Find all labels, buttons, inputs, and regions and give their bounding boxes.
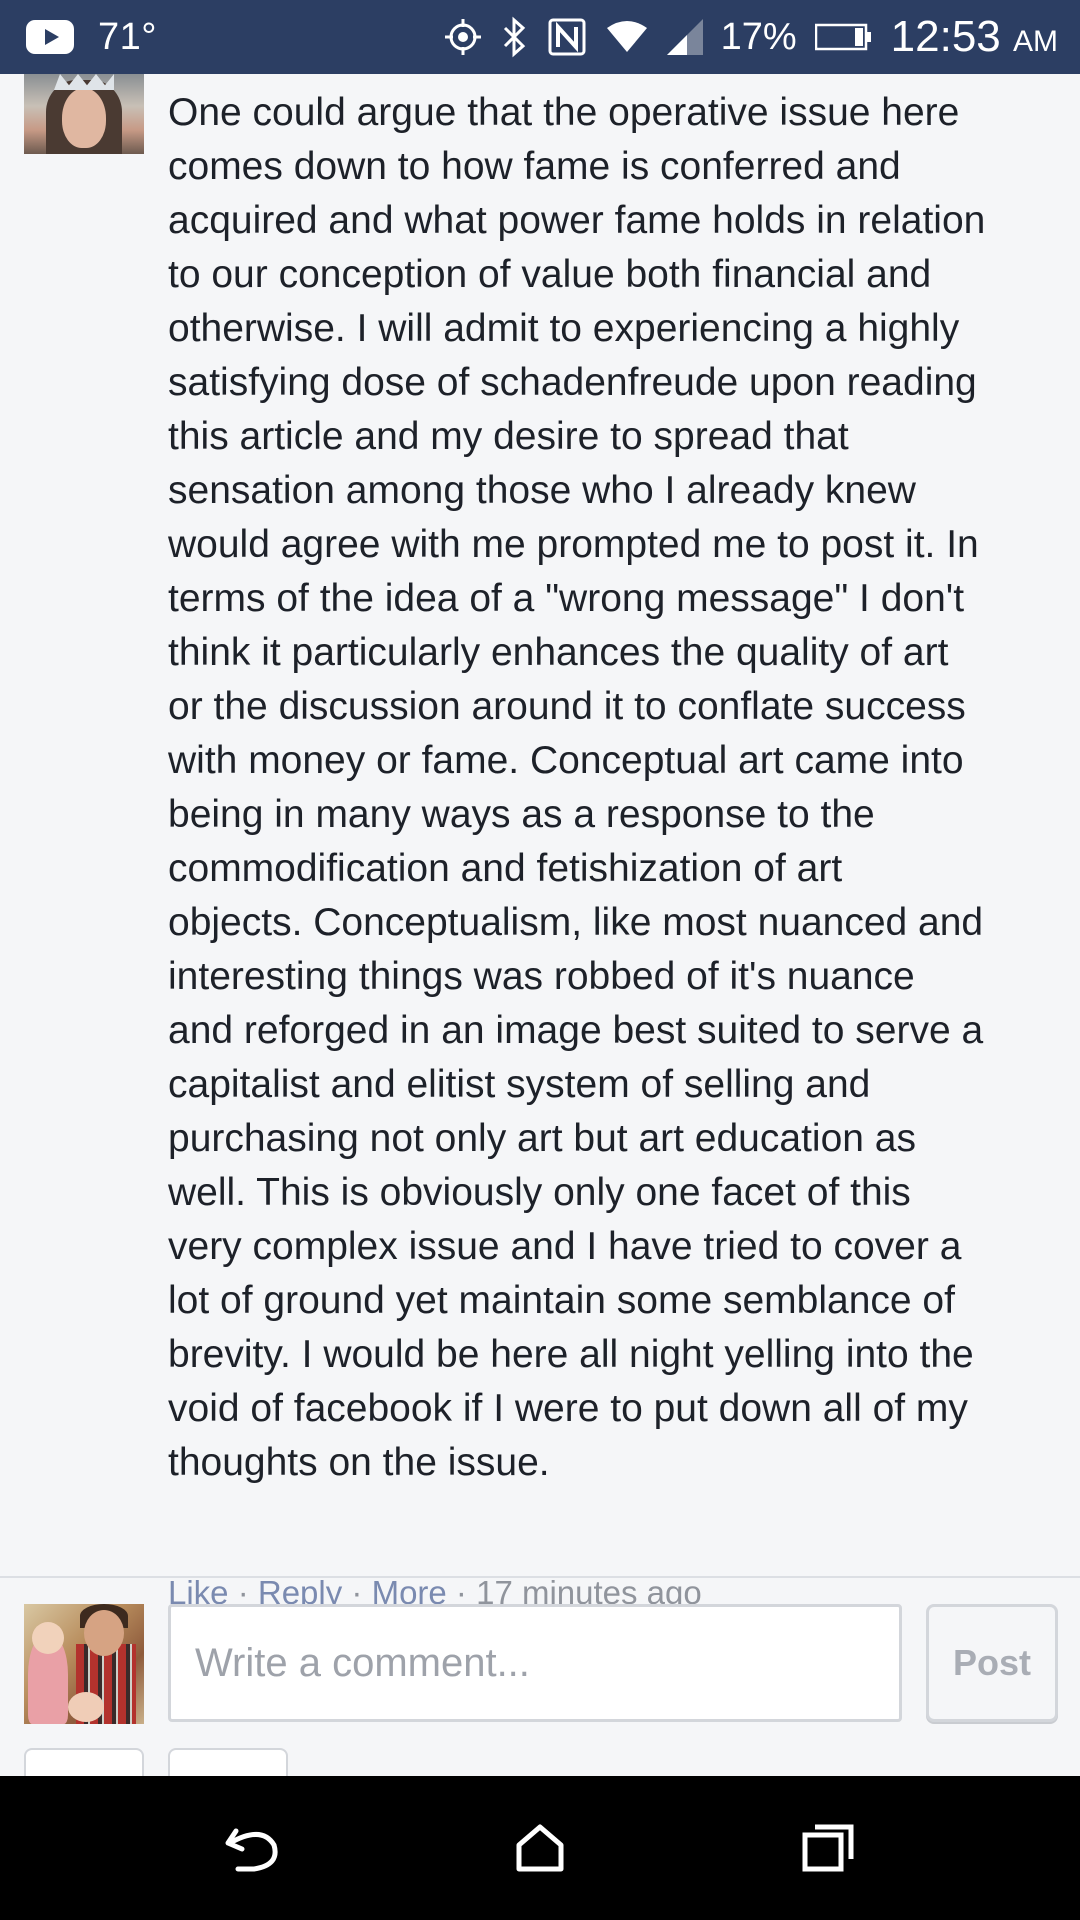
back-icon[interactable] — [172, 1776, 332, 1920]
comment-line: lot of ground yet maintain some semblanc… — [168, 1279, 955, 1322]
post-button[interactable]: Post — [926, 1604, 1058, 1722]
signal-icon — [666, 19, 703, 55]
comment-line: and reforged in an image best suited to … — [168, 1009, 984, 1052]
commenter-avatar[interactable] — [24, 74, 144, 154]
comment-body: One could argue that the operative issue… — [168, 86, 1068, 1490]
temperature: 71° — [98, 15, 157, 58]
comment-line: this article and my desire to spread tha… — [168, 415, 849, 458]
wifi-icon — [605, 20, 649, 54]
comment-line: thoughts on the issue. — [168, 1441, 550, 1484]
comment-line: interesting things was robbed of it's nu… — [168, 955, 915, 998]
user-avatar — [24, 1604, 144, 1724]
battery-percent: 17% — [720, 15, 797, 58]
comment-line: being in many ways as a response to the — [168, 793, 875, 836]
comment-line: comes down to how fame is conferred and — [168, 145, 901, 188]
navigation-bar — [0, 1776, 1080, 1920]
clock: 12:53 AM — [890, 12, 1058, 61]
status-bar: 71° 17% 12:53 AM — [0, 0, 1080, 74]
location-icon — [443, 17, 483, 57]
comment-line: with money or fame. Conceptual art came … — [168, 739, 964, 782]
youtube-icon — [26, 20, 74, 54]
comment-line: otherwise. I will admit to experiencing … — [168, 307, 960, 350]
comment-line: or the discussion around it to conflate … — [168, 685, 966, 728]
comment-line: brevity. I would be here all night yelli… — [168, 1333, 974, 1376]
comment-line: commodification and fetishization of art — [168, 847, 843, 890]
comment-line: purchasing not only art but art educatio… — [168, 1117, 916, 1160]
home-icon[interactable] — [460, 1776, 620, 1920]
comment-input[interactable] — [168, 1604, 902, 1722]
comment-line: to our conception of value both financia… — [168, 253, 932, 296]
comment-line: void of facebook if I were to put down a… — [168, 1387, 968, 1430]
comment-line: objects. Conceptualism, like most nuance… — [168, 901, 984, 944]
battery-icon — [814, 22, 873, 52]
nfc-icon — [547, 17, 587, 57]
comment-line: well. This is obviously only one facet o… — [168, 1171, 911, 1214]
comment-line: satisfying dose of schadenfreude upon re… — [168, 361, 977, 404]
comment-line: sensation among those who I already knew — [168, 469, 916, 512]
comment-line: terms of the idea of a "wrong message" I… — [168, 577, 965, 620]
recent-apps-icon[interactable] — [748, 1776, 908, 1920]
comment-line: think it particularly enhances the quali… — [168, 631, 949, 674]
bluetooth-icon — [501, 16, 529, 58]
divider — [0, 1576, 1080, 1578]
comment-line: would agree with me prompted me to post … — [168, 523, 979, 566]
comment-line: One could argue that the operative issue… — [168, 91, 960, 134]
comment-line: acquired and what power fame holds in re… — [168, 199, 986, 242]
comment-line: very complex issue and I have tried to c… — [168, 1225, 962, 1268]
comment-line: capitalist and elitist system of selling… — [168, 1063, 871, 1106]
